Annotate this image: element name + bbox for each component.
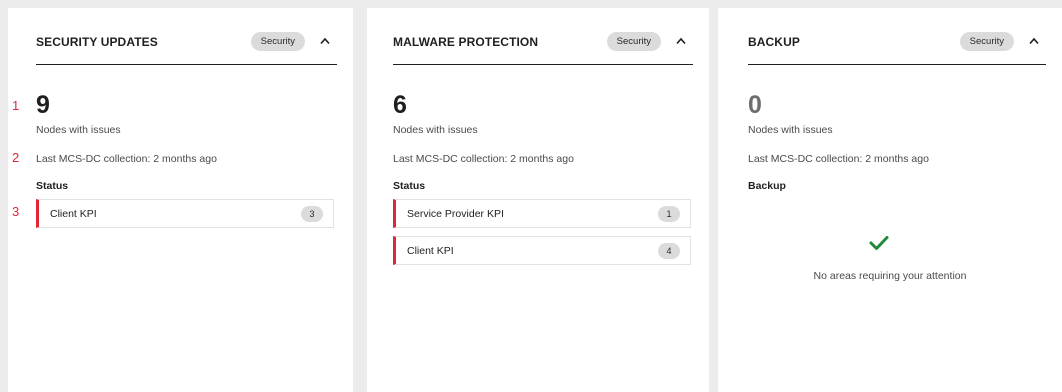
status-item-service-provider-kpi[interactable]: Service Provider KPI 1 — [393, 199, 691, 228]
status-item-count: 4 — [658, 243, 680, 259]
panel-header: SECURITY UPDATES Security — [36, 30, 337, 65]
issue-count-label: Nodes with issues — [748, 124, 833, 136]
annotation-marker: 2 — [12, 150, 20, 165]
last-collection-text: Last MCS-DC collection: 2 months ago — [393, 153, 574, 165]
category-badge: Security — [959, 32, 1014, 51]
issue-count: 0 — [748, 91, 762, 119]
chevron-up-icon[interactable] — [675, 35, 687, 47]
last-collection-text: Last MCS-DC collection: 2 months ago — [36, 153, 217, 165]
status-item-count: 1 — [658, 206, 680, 222]
panel-header: BACKUP Security — [748, 30, 1046, 65]
panel-title: SECURITY UPDATES — [36, 35, 158, 49]
category-badge: Security — [250, 32, 305, 51]
status-item-client-kpi[interactable]: Client KPI 3 — [36, 199, 334, 228]
status-item-label: Service Provider KPI — [407, 208, 504, 220]
category-badge: Security — [606, 32, 661, 51]
last-collection-text: Last MCS-DC collection: 2 months ago — [748, 153, 929, 165]
issue-count: 6 — [393, 91, 407, 119]
annotation-marker: 1 — [12, 98, 20, 113]
panel-header: MALWARE PROTECTION Security — [393, 30, 693, 65]
status-item-count: 3 — [301, 206, 323, 222]
issue-count-label: Nodes with issues — [36, 124, 121, 136]
backup-panel: BACKUP Security 0 Nodes with issues Last… — [718, 8, 1062, 392]
checkmark-icon — [869, 236, 889, 250]
panel-title: MALWARE PROTECTION — [393, 35, 539, 49]
chevron-up-icon[interactable] — [1028, 35, 1040, 47]
panel-title: BACKUP — [748, 35, 800, 49]
malware-protection-panel: MALWARE PROTECTION Security 6 Nodes with… — [367, 8, 709, 392]
section-heading: Status — [393, 180, 426, 192]
security-updates-panel: SECURITY UPDATES Security 1 2 3 9 Nodes … — [8, 8, 353, 392]
empty-state-message: No areas requiring your attention — [813, 270, 967, 282]
issue-count: 9 — [36, 91, 50, 119]
chevron-up-icon[interactable] — [319, 35, 331, 47]
status-item-client-kpi[interactable]: Client KPI 4 — [393, 236, 691, 265]
status-item-label: Client KPI — [50, 208, 97, 220]
status-item-label: Client KPI — [407, 245, 454, 257]
annotation-marker: 3 — [12, 204, 20, 219]
section-heading: Status — [36, 180, 69, 192]
section-heading: Backup — [748, 180, 786, 192]
issue-count-label: Nodes with issues — [393, 124, 478, 136]
